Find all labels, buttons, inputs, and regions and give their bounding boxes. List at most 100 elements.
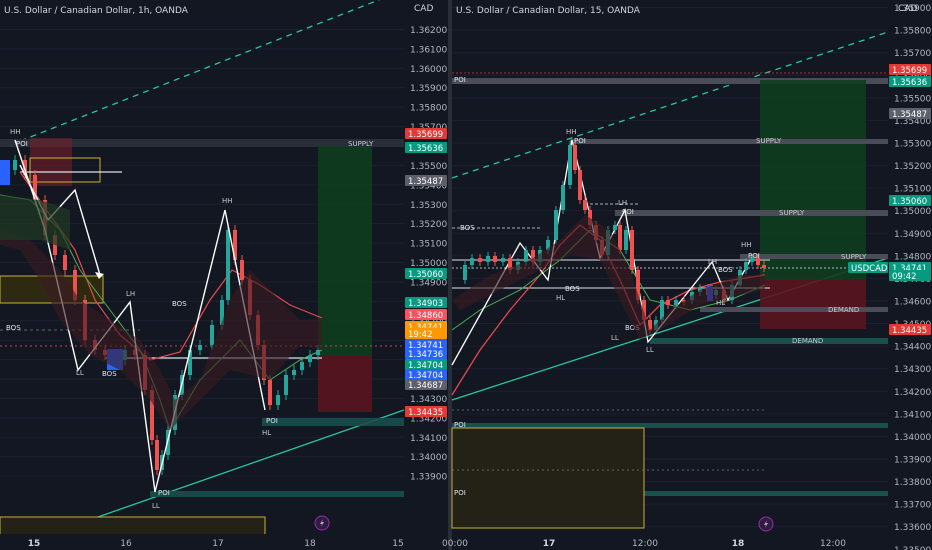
poi-demand-zone [262, 418, 404, 426]
price-tick-label: 1.33900 [894, 455, 931, 465]
annotation-label: POI [574, 137, 586, 145]
supply-band [570, 139, 888, 144]
price-badge-text: 1.35060 [892, 197, 927, 207]
price-tick-label: 1.34600 [894, 297, 931, 307]
price-tick-label: 1.35000 [894, 207, 931, 217]
candle-body [561, 185, 565, 210]
price-tick-label: 1.34900 [894, 230, 931, 240]
candle-body [624, 230, 628, 250]
annotation-label: BOS [460, 224, 475, 232]
annotation-label: LL [76, 369, 84, 377]
time-axis-2[interactable]: 00:00 17 12:00 18 12:00 [442, 534, 888, 550]
price-tick-label: 1.35300 [894, 140, 931, 150]
annotation-label: POI [622, 208, 634, 216]
candle-body [666, 300, 670, 305]
price-tick-label: 1.34200 [894, 388, 931, 398]
candle-body [573, 145, 577, 170]
time-tick-label: 12:00 [632, 539, 658, 549]
annotation-label: BOS [172, 300, 187, 308]
annotation-label: SUPPLY [348, 140, 374, 148]
price-tick-label: 1.35300 [410, 201, 447, 211]
dual-chart-svg[interactable]: 1.36200 1.36100 1.36000 1.35900 1.35800 1.357… [0, 0, 932, 550]
annotation-label: LL [611, 334, 619, 342]
demand-zone [650, 338, 888, 344]
chart-workspace: 1.36200 1.36100 1.36000 1.35900 1.35800 1.357… [0, 0, 932, 550]
candle-body [240, 260, 244, 280]
price-tick-label: 1.35000 [410, 259, 447, 269]
price-badge-text: 1.35060 [408, 270, 443, 280]
annotation-label: POI [158, 489, 170, 497]
price-tick-label: 1.34400 [894, 343, 931, 353]
candle-body [493, 256, 497, 262]
price-tick-label: 1.33700 [894, 501, 931, 511]
candle-body [630, 230, 634, 270]
candle-body [226, 230, 230, 300]
annotation-label: POI [454, 76, 466, 84]
candle-body [613, 225, 617, 230]
price-badge-text: 1.35699 [892, 66, 927, 76]
lightning-icon[interactable] [314, 515, 330, 531]
annotation-label: HH [566, 128, 577, 136]
candle-body [276, 395, 280, 405]
time-tick-label: 12:00 [820, 539, 846, 549]
chart-title: U.S. Dollar / Canadian Dollar, 1h, OANDA [4, 6, 189, 16]
time-axis-1[interactable]: 15 16 17 18 15 [0, 534, 404, 550]
long-target-zone [760, 80, 866, 280]
annotation-label: HH [741, 241, 752, 249]
annotation-label: SUPPLY [841, 253, 867, 261]
annotation-label: LH [618, 199, 627, 207]
price-tick-label: 1.35100 [894, 185, 931, 195]
candle-body [155, 440, 159, 470]
price-tick-label: 1.34300 [894, 365, 931, 375]
long-target-zone [318, 146, 372, 356]
annotation-label: HH [222, 197, 233, 205]
candle-body [316, 350, 320, 355]
symbol-badge-text: USDCAD [851, 264, 888, 274]
currency-label: CAD [898, 4, 917, 14]
time-tick-label: 17 [543, 539, 556, 549]
annotation-label: POI [748, 252, 760, 260]
candle-body [470, 258, 474, 265]
price-tick-label: 1.34100 [410, 434, 447, 444]
annotation-label: HL [262, 429, 271, 437]
price-tick-label: 1.36200 [410, 26, 447, 36]
poi-demand-zone [452, 423, 888, 428]
candle-body [583, 200, 587, 210]
price-tick-label: 1.35900 [410, 84, 447, 94]
annotation-label: LL [646, 346, 654, 354]
supply-band [615, 210, 888, 216]
annotation-label: POI [454, 489, 466, 497]
lower-demand-box [451, 427, 645, 529]
price-tick-label: 1.33800 [894, 478, 931, 488]
annotation-label: POI [16, 140, 28, 148]
lightning-icon[interactable] [758, 516, 774, 532]
price-badge-text: 1.34687 [408, 381, 443, 391]
price-badge-text: 1.35636 [892, 78, 927, 88]
price-badge-text: 1.35487 [408, 177, 443, 187]
price-tick-label: 1.34300 [410, 395, 447, 405]
price-tick-label: 1.35200 [410, 220, 447, 230]
price-tick-label: 1.33900 [410, 473, 447, 483]
candle-body [524, 250, 528, 262]
annotation-label: DEMAND [792, 337, 823, 345]
price-tick-label: 1.34100 [894, 410, 931, 420]
candle-body [501, 258, 505, 262]
price-tick-label: 1.35200 [894, 162, 931, 172]
price-tick-label: 1.33600 [894, 523, 931, 533]
price-tick-label: 1.33500 [894, 546, 931, 550]
price-tick-label: 1.36100 [410, 45, 447, 55]
long-stop-zone [760, 279, 866, 329]
panel-divider[interactable] [448, 0, 452, 550]
price-badge-text: 1.34903 [408, 299, 443, 309]
candle-body [762, 265, 766, 268]
annotation-label: BOS [102, 370, 117, 378]
price-tick-label: 1.35500 [410, 162, 447, 172]
long-stop-zone [318, 356, 372, 412]
candle-body [486, 256, 490, 262]
candle-body [568, 145, 572, 185]
chart-title: U.S. Dollar / Canadian Dollar, 15, OANDA [456, 6, 641, 16]
time-tick-label: 15 [28, 539, 41, 549]
price-tick-label: 1.35700 [894, 49, 931, 59]
price-badge-text: 1.34435 [408, 408, 443, 418]
time-tick-label: 16 [120, 539, 132, 549]
